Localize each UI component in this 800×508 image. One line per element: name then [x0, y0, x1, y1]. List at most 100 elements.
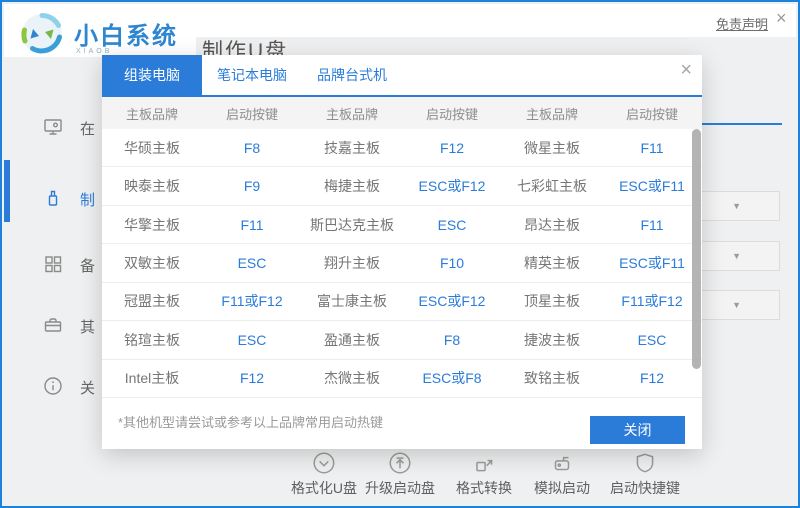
- brand-cell: 华擎主板: [102, 215, 202, 235]
- info-icon: [42, 375, 64, 397]
- bootkey-cell: F12: [602, 370, 702, 386]
- caret-down-icon: ▼: [732, 251, 741, 261]
- brand-cell: 翔升主板: [302, 253, 402, 273]
- brand-subtitle: XIAOB: [76, 48, 112, 55]
- toolbar-item-label: 模拟启动: [534, 478, 590, 498]
- brand-cell: 顶星主板: [502, 291, 602, 311]
- bootkey-cell: F8: [402, 332, 502, 348]
- bootkey-cell: ESC或F12: [402, 176, 502, 196]
- toolbar-item-3[interactable]: 模拟启动: [534, 450, 590, 498]
- sidebar-item-2[interactable]: 备: [4, 253, 102, 279]
- toolbar-item-label: 格式转换: [456, 478, 512, 498]
- dialog-close-button[interactable]: 关闭: [590, 416, 685, 444]
- window-close-button[interactable]: ×: [776, 8, 787, 29]
- briefcase-icon: [42, 314, 64, 336]
- shield-icon: [632, 450, 658, 476]
- sidebar-item-3[interactable]: 其: [4, 314, 102, 340]
- caret-down-icon: ▼: [732, 300, 741, 310]
- brand-cell: 微星主板: [502, 138, 602, 158]
- bootkey-cell: ESC或F11: [602, 176, 702, 196]
- brand-cell: 技嘉主板: [302, 138, 402, 158]
- bootkey-cell: F10: [402, 255, 502, 271]
- bootkey-cell: ESC或F11: [602, 253, 702, 273]
- brand-cell: 七彩虹主板: [502, 176, 602, 196]
- bootkey-cell: F11或F12: [202, 291, 302, 311]
- table-row: Intel主板F12杰微主板ESC或F8致铭主板F12: [102, 360, 702, 398]
- table-header-cell: 主板品牌: [302, 104, 402, 123]
- table-header-cell: 主板品牌: [502, 104, 602, 123]
- brand-cell: 冠盟主板: [102, 291, 202, 311]
- dialog-tab-2[interactable]: 品牌台式机: [302, 55, 402, 95]
- brand-cell: 富士康主板: [302, 291, 402, 311]
- brand-cell: 盈通主板: [302, 330, 402, 350]
- sidebar-item-label: 备: [80, 255, 102, 276]
- dialog-footer-note: *其他机型请尝试或参考以上品牌常用启动热键: [118, 412, 383, 431]
- toolbar-item-2[interactable]: 格式转换: [456, 450, 512, 498]
- table-row: 映泰主板F9梅捷主板ESC或F12七彩虹主板ESC或F11: [102, 167, 702, 205]
- table-row: 冠盟主板F11或F12富士康主板ESC或F12顶星主板F11或F12: [102, 283, 702, 321]
- table-row: 铭瑄主板ESC盈通主板F8捷波主板ESC: [102, 321, 702, 359]
- dialog-tab-row: 组装电脑笔记本电脑品牌台式机: [102, 55, 702, 97]
- table-header-row: 主板品牌启动按键主板品牌启动按键主板品牌启动按键: [102, 97, 702, 129]
- dialog-tab-0[interactable]: 组装电脑: [102, 55, 202, 95]
- toolbar-item-0[interactable]: 格式化U盘: [291, 450, 357, 498]
- dialog-tab-1[interactable]: 笔记本电脑: [202, 55, 302, 95]
- brand-cell: 华硕主板: [102, 138, 202, 158]
- sidebar-item-label: 制: [80, 189, 102, 210]
- toolbar-item-1[interactable]: 升级启动盘: [365, 450, 435, 498]
- convert-icon: [471, 450, 497, 476]
- brand-cell: 致铭主板: [502, 368, 602, 388]
- dialog-close-icon[interactable]: ×: [680, 60, 692, 80]
- minimize-button[interactable]: —: [748, 12, 762, 28]
- bootkey-cell: F11: [602, 217, 702, 233]
- sidebar-item-label: 其: [80, 316, 102, 337]
- arrow-up-circle-icon: [387, 450, 413, 476]
- bootkey-cell: F12: [402, 140, 502, 156]
- toolbar-item-label: 升级启动盘: [365, 478, 435, 498]
- toolbar-item-label: 启动快捷键: [610, 478, 680, 498]
- table-row: 双敏主板ESC翔升主板F10精英主板ESC或F11: [102, 244, 702, 282]
- sidebar-item-1[interactable]: 制: [4, 187, 102, 213]
- brand-cell: 精英主板: [502, 253, 602, 273]
- table-body: 华硕主板F8技嘉主板F12微星主板F11映泰主板F9梅捷主板ESC或F12七彩虹…: [102, 129, 702, 398]
- brand-cell: 映泰主板: [102, 176, 202, 196]
- brand-cell: Intel主板: [102, 368, 202, 388]
- boot-hotkey-dialog: 组装电脑笔记本电脑品牌台式机 × 主板品牌启动按键主板品牌启动按键主板品牌启动按…: [102, 55, 702, 449]
- bootkey-cell: F9: [202, 178, 302, 194]
- toolbar-item-label: 格式化U盘: [291, 478, 357, 498]
- brand-cell: 双敏主板: [102, 253, 202, 273]
- bootkey-cell: ESC: [202, 332, 302, 348]
- table-header-cell: 启动按键: [602, 104, 702, 123]
- bootkey-cell: F11: [202, 217, 302, 233]
- table-header-cell: 主板品牌: [102, 104, 202, 123]
- table-header-cell: 启动按键: [202, 104, 302, 123]
- app-logo-icon: [20, 12, 64, 56]
- sidebar-item-4[interactable]: 关: [4, 375, 102, 401]
- brand-cell: 杰微主板: [302, 368, 402, 388]
- check-circle-icon: [311, 450, 337, 476]
- sidebar-item-label: 关: [80, 377, 102, 398]
- sidebar-item-0[interactable]: 在: [4, 116, 102, 142]
- grid-icon: [42, 253, 64, 275]
- dialog-scrollbar[interactable]: [692, 129, 701, 369]
- sidebar-item-label: 在: [80, 118, 102, 139]
- brand-cell: 捷波主板: [502, 330, 602, 350]
- simulate-icon: [549, 450, 575, 476]
- brand-cell: 昂达主板: [502, 215, 602, 235]
- bootkey-cell: ESC: [202, 255, 302, 271]
- table-header-cell: 启动按键: [402, 104, 502, 123]
- toolbar-item-4[interactable]: 启动快捷键: [610, 450, 680, 498]
- table-row: 华擎主板F11斯巴达克主板ESC昂达主板F11: [102, 206, 702, 244]
- brand-cell: 铭瑄主板: [102, 330, 202, 350]
- monitor-icon: [42, 116, 64, 138]
- bootkey-cell: F11: [602, 140, 702, 156]
- brand-name: 小白系统: [74, 16, 178, 51]
- bootkey-cell: ESC: [602, 332, 702, 348]
- logo-area: 小白系统 XIAOB: [4, 4, 196, 57]
- bootkey-cell: ESC或F8: [402, 368, 502, 388]
- bootkey-cell: F8: [202, 140, 302, 156]
- bootkey-cell: F11或F12: [602, 291, 702, 311]
- brand-cell: 斯巴达克主板: [302, 215, 402, 235]
- table-row: 华硕主板F8技嘉主板F12微星主板F11: [102, 129, 702, 167]
- brand-cell: 梅捷主板: [302, 176, 402, 196]
